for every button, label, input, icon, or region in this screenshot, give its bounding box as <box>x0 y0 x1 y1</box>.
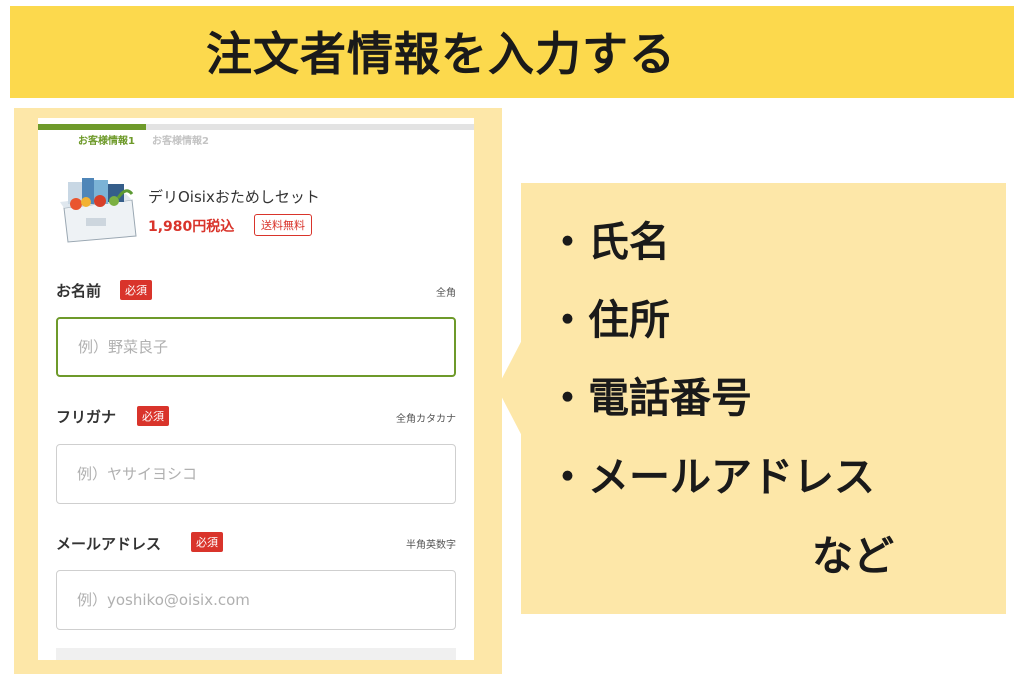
free-shipping-badge: 送料無料 <box>254 214 312 236</box>
furigana-input[interactable] <box>56 444 456 504</box>
furigana-note: 全角カタカナ <box>396 414 456 425</box>
progress-fill <box>38 124 146 130</box>
callout-item-name: ・氏名 <box>547 218 670 266</box>
callout-item-email: ・メールアドレス <box>547 453 875 501</box>
furigana-label: フリガナ <box>56 408 117 426</box>
callout-suffix: など <box>812 532 894 580</box>
name-input[interactable] <box>56 317 456 377</box>
name-note: 全角 <box>436 288 456 299</box>
step-2-label: お客様情報2 <box>152 136 209 147</box>
callout-item-address: ・住所 <box>547 296 670 344</box>
email-required-badge: 必須 <box>191 532 223 552</box>
email-note: 半角英数字 <box>406 540 456 551</box>
callout-item-phone: ・電話番号 <box>547 374 752 422</box>
product-price: 1,980円税込 <box>148 219 235 235</box>
email-label: メールアドレス <box>56 535 162 553</box>
step-1-label: お客様情報1 <box>78 136 135 147</box>
title-banner: 注文者情報を入力する <box>10 6 1014 98</box>
banner-title: 注文者情報を入力する <box>206 27 676 81</box>
name-label: お名前 <box>56 282 102 300</box>
order-form: お客様情報1 お客様情報2 デリOisixおためしセット 1,980円税込 送料… <box>38 118 474 660</box>
product-name: デリOisixおためしセット <box>148 188 320 206</box>
email-input[interactable] <box>56 570 456 630</box>
product-image <box>60 178 137 243</box>
callout-tail <box>497 338 523 438</box>
furigana-required-badge: 必須 <box>137 406 169 426</box>
name-required-badge: 必須 <box>120 280 152 300</box>
next-field-edge <box>56 648 456 660</box>
